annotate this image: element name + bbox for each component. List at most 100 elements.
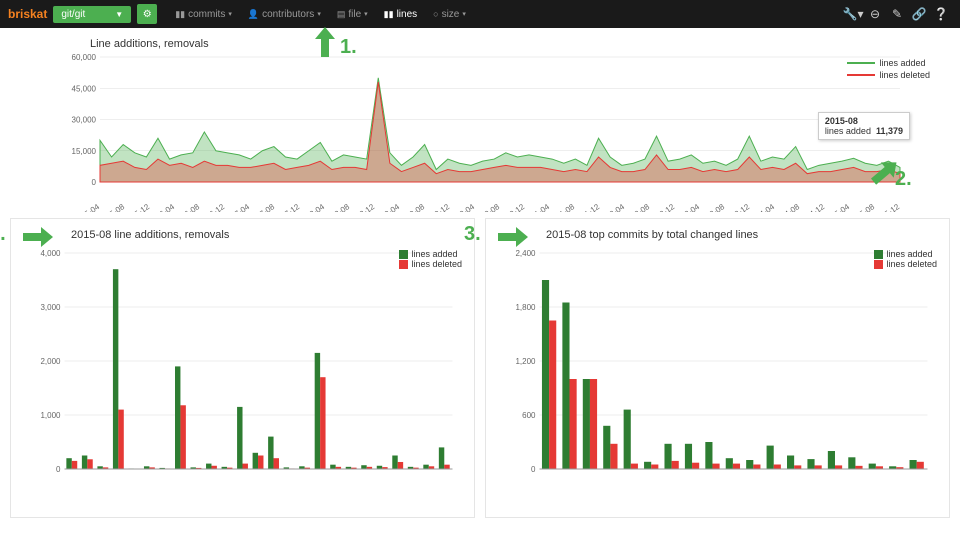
caret-down-icon: ▾ [317, 10, 321, 18]
svg-text:2014-04: 2014-04 [747, 202, 777, 212]
svg-text:2009-04: 2009-04 [372, 202, 402, 212]
callout-label-1: 1. [340, 36, 357, 59]
legend: lines added lines deleted [847, 58, 930, 82]
legend-label-deleted: lines deleted [411, 259, 462, 269]
gear-icon: ⚙ [143, 9, 152, 20]
circle-icon: ○ [433, 9, 438, 19]
legend: lines added lines deleted [399, 249, 462, 269]
legend-label-added: lines added [886, 249, 932, 259]
callout-label-3: 3. [0, 223, 6, 246]
callout-arrow-icon [313, 27, 337, 57]
wrench-icon[interactable]: 🔧▾ [842, 7, 864, 21]
callout-label-3b: 3. [464, 223, 481, 246]
topbar: briskat git/git ▼ ⚙ ▮▮ commits ▾ 👤 contr… [0, 0, 960, 28]
svg-text:2014-12: 2014-12 [797, 202, 827, 212]
link-icon[interactable]: 🔗 [908, 7, 930, 21]
svg-text:15,000: 15,000 [72, 147, 97, 156]
svg-text:2007-08: 2007-08 [247, 202, 277, 212]
caret-down-icon: ▾ [462, 10, 466, 18]
bar-chart-daily[interactable]: 0 1,000 2,000 3,000 4,000 [21, 245, 464, 485]
chart-tooltip: 2015-08 lines added 11,379 [818, 112, 910, 140]
svg-text:2009-12: 2009-12 [422, 202, 452, 212]
bar-chart-icon: ▮▮ [175, 9, 185, 20]
svg-text:1,000: 1,000 [40, 411, 61, 420]
svg-text:2015-12: 2015-12 [872, 202, 902, 212]
nav-commits[interactable]: ▮▮ commits ▾ [167, 0, 240, 28]
svg-text:2015-08: 2015-08 [847, 202, 877, 212]
nav-size[interactable]: ○ size ▾ [425, 0, 474, 28]
svg-text:2008-08: 2008-08 [322, 202, 352, 212]
area-chart[interactable]: 015,00030,00045,00060,0002005-042005-082… [60, 52, 910, 212]
caret-down-icon: ▾ [364, 10, 368, 18]
svg-text:2013-08: 2013-08 [697, 202, 727, 212]
svg-text:2010-12: 2010-12 [497, 202, 527, 212]
legend-swatch-added [874, 250, 883, 259]
help-icon[interactable]: ❔ [930, 7, 952, 21]
panel-top-commits: 3. 2015-08 top commits by total changed … [485, 218, 950, 518]
svg-text:0: 0 [56, 465, 61, 474]
svg-text:1,200: 1,200 [515, 357, 536, 366]
repo-name: git/git [61, 9, 85, 20]
nav-label: contributors [262, 9, 314, 20]
svg-text:2011-12: 2011-12 [572, 202, 601, 212]
svg-text:2011-04: 2011-04 [522, 202, 551, 212]
tooltip-period: 2015-08 [825, 116, 858, 126]
nav-label: size [442, 9, 460, 20]
chart-title: Line additions, removals [90, 38, 940, 50]
svg-text:2012-12: 2012-12 [647, 202, 677, 212]
svg-text:2,000: 2,000 [40, 357, 61, 366]
legend-swatch-added [399, 250, 408, 259]
caret-down-icon: ▼ [115, 10, 123, 19]
svg-text:2010-08: 2010-08 [472, 202, 502, 212]
svg-text:2008-12: 2008-12 [347, 202, 377, 212]
svg-text:2013-12: 2013-12 [722, 202, 752, 212]
nav-label: commits [188, 9, 225, 20]
nav-file[interactable]: ▤ file ▾ [329, 0, 376, 28]
legend-label-deleted: lines deleted [879, 70, 930, 80]
svg-text:2006-12: 2006-12 [197, 202, 227, 212]
svg-text:2007-04: 2007-04 [222, 202, 252, 212]
callout-label-2: 2. [895, 168, 912, 191]
svg-text:2005-04: 2005-04 [72, 202, 102, 212]
legend-swatch-deleted [847, 74, 875, 76]
person-icon: 👤 [248, 9, 259, 20]
svg-text:2013-04: 2013-04 [672, 202, 702, 212]
svg-text:2007-12: 2007-12 [272, 202, 302, 212]
svg-text:2015-04: 2015-04 [822, 202, 852, 212]
file-icon: ▤ [337, 9, 346, 20]
svg-text:600: 600 [522, 411, 536, 420]
svg-text:4,000: 4,000 [40, 249, 61, 258]
svg-text:0: 0 [531, 465, 536, 474]
legend-label-added: lines added [879, 58, 925, 68]
settings-button[interactable]: ⚙ [137, 4, 157, 24]
bottom-row: 3. 2015-08 line additions, removals line… [0, 208, 960, 518]
repo-dropdown[interactable]: git/git ▼ [53, 6, 131, 23]
minus-circle-icon[interactable]: ⊖ [864, 7, 886, 21]
svg-text:45,000: 45,000 [72, 84, 97, 93]
caret-down-icon: ▾ [228, 10, 232, 18]
legend-label-deleted: lines deleted [886, 259, 937, 269]
svg-text:2012-08: 2012-08 [622, 202, 652, 212]
main-chart-container: Line additions, removals 0 15,000 30,000 45… [0, 28, 960, 208]
svg-text:30,000: 30,000 [72, 116, 97, 125]
legend-label-added: lines added [411, 249, 457, 259]
brand-logo[interactable]: briskat [8, 7, 47, 21]
svg-text:60,000: 60,000 [72, 53, 97, 62]
tooltip-value: 11,379 [876, 126, 903, 136]
callout-arrow-icon [498, 225, 528, 249]
bar-chart-top-commits[interactable]: 06001,2001,8002,400 [496, 245, 939, 485]
legend-swatch-added [847, 62, 875, 64]
edit-icon[interactable]: ✎ [886, 7, 908, 21]
svg-text:2014-08: 2014-08 [772, 202, 802, 212]
svg-text:3,000: 3,000 [40, 303, 61, 312]
svg-text:2005-12: 2005-12 [122, 202, 152, 212]
svg-text:2012-04: 2012-04 [597, 202, 627, 212]
panel-daily: 3. 2015-08 line additions, removals line… [10, 218, 475, 518]
nav-contributors[interactable]: 👤 contributors ▾ [240, 0, 329, 28]
nav-lines[interactable]: ▮▮ lines [376, 0, 425, 28]
bar-chart-icon: ▮▮ [384, 9, 394, 20]
svg-text:2009-08: 2009-08 [397, 202, 427, 212]
callout-arrow-icon [23, 225, 53, 249]
svg-text:2011-08: 2011-08 [547, 202, 576, 212]
svg-text:0: 0 [92, 178, 97, 187]
